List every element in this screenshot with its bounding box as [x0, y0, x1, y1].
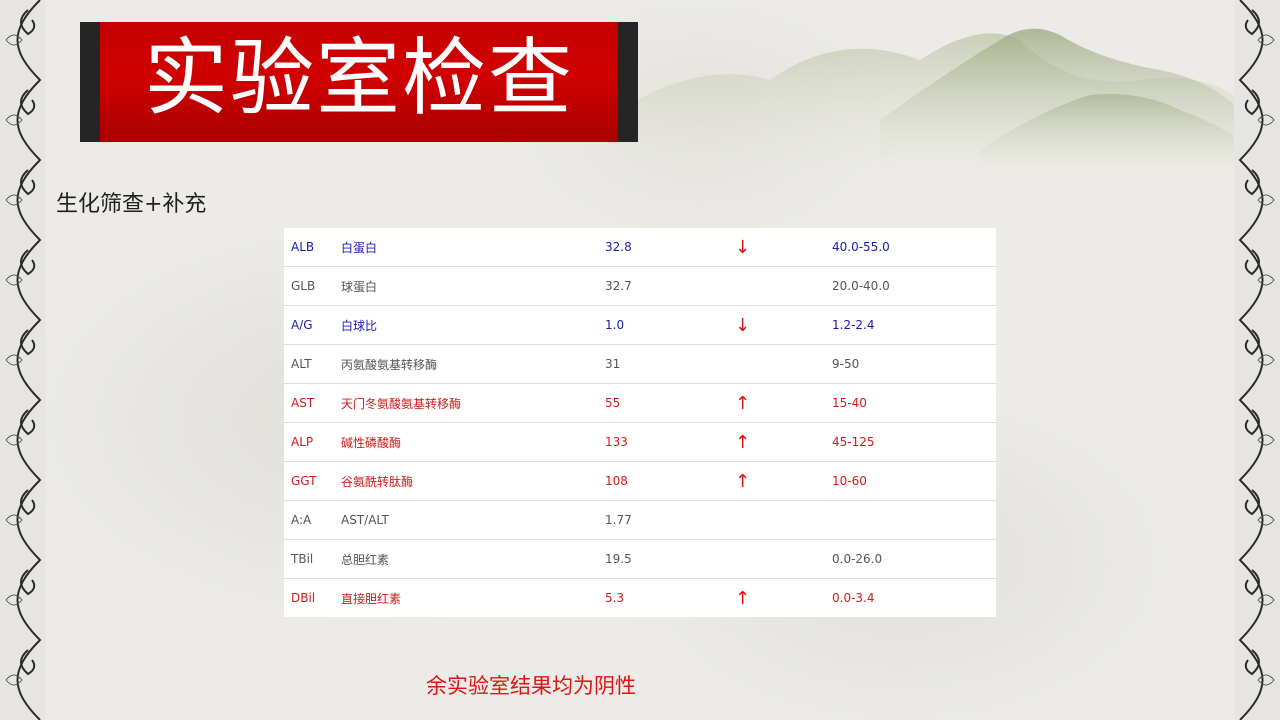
- slide-title: 实验室检查: [143, 29, 574, 127]
- lab-results-table: ALB 白蛋白 32.8 ↓ 40.0-55.0 GLB 球蛋白 32.7 20.0-40.0 A…: [284, 228, 996, 617]
- abnormal-flag: [735, 539, 832, 579]
- test-value: 55: [605, 383, 735, 423]
- lab-row-alb: ALB 白蛋白 32.8 ↓ 40.0-55.0: [284, 228, 996, 267]
- lab-row-aa: A:A AST/ALT 1.77: [284, 500, 996, 540]
- abnormal-flag: [735, 344, 832, 384]
- reference-range: 10-60: [832, 461, 996, 501]
- abnormal-flag: [735, 500, 832, 540]
- abnormal-flag: ↑: [735, 587, 751, 609]
- lab-row-dbil: DBil 直接胆红素 5.3 ↑ 0.0-3.4: [284, 579, 996, 618]
- test-code: ALP: [284, 422, 341, 462]
- test-name: 天门冬氨酸氨基转移酶: [341, 383, 605, 423]
- abnormal-flag: [735, 266, 832, 306]
- title-banner: 实验室检查: [80, 22, 638, 142]
- test-name: AST/ALT: [341, 500, 605, 540]
- test-value: 5.3: [605, 591, 625, 605]
- test-value: 108: [605, 461, 735, 501]
- reference-range: 40.0-55.0: [832, 228, 996, 267]
- section-subtitle: 生化筛查+补充: [56, 192, 207, 217]
- banner-right-cap: [618, 22, 638, 142]
- test-value: 32.8: [605, 228, 735, 267]
- test-code: AST: [284, 383, 341, 423]
- lab-row-ag: A/G 白球比 1.0 ↓ 1.2-2.4: [284, 305, 996, 345]
- test-code: ALT: [284, 344, 341, 384]
- test-name: 丙氨酸氨基转移酶: [341, 344, 605, 384]
- test-code: A:A: [284, 500, 341, 540]
- reference-range: 45-125: [832, 422, 996, 462]
- reference-range: [832, 500, 996, 540]
- lab-row-alp: ALP 碱性磷酸酶 133 ↑ 45-125: [284, 422, 996, 462]
- banner-left-cap: [80, 22, 100, 142]
- test-value: 32.7: [605, 266, 735, 306]
- abnormal-flag: ↓: [735, 228, 832, 267]
- test-name: 球蛋白: [341, 266, 605, 306]
- lab-row-ggt: GGT 谷氨酰转肽酶 108 ↑ 10-60: [284, 461, 996, 501]
- test-name: 总胆红素: [341, 539, 605, 579]
- test-value: 133: [605, 422, 735, 462]
- test-name: 白球比: [341, 305, 605, 345]
- test-value: 1.0: [605, 305, 735, 345]
- test-code: ALB: [284, 228, 341, 267]
- lab-row-glb: GLB 球蛋白 32.7 20.0-40.0: [284, 266, 996, 306]
- reference-range: 0.0-3.4: [832, 591, 875, 605]
- test-name: 白蛋白: [341, 228, 605, 267]
- test-code: TBil: [284, 539, 341, 579]
- test-code: GGT: [284, 461, 341, 501]
- wave-border-right: [1234, 0, 1280, 720]
- footer-note: 余实验室结果均为阴性: [426, 674, 636, 698]
- reference-range: 1.2-2.4: [832, 305, 996, 345]
- reference-range: 0.0-26.0: [832, 539, 996, 579]
- ink-mountains-decoration: [620, 28, 1240, 170]
- lab-row-tbil: TBil 总胆红素 19.5 0.0-26.0: [284, 539, 996, 579]
- lab-row-ast: AST 天门冬氨酸氨基转移酶 55 ↑ 15-40: [284, 383, 996, 423]
- test-value: 19.5: [605, 539, 735, 579]
- abnormal-flag: ↑: [735, 461, 832, 501]
- test-name: 谷氨酰转肽酶: [341, 461, 605, 501]
- test-value: 1.77: [605, 500, 735, 540]
- abnormal-flag: ↓: [735, 305, 832, 345]
- test-value: 31: [605, 344, 735, 384]
- test-code: GLB: [284, 266, 341, 306]
- reference-range: 20.0-40.0: [832, 266, 996, 306]
- reference-range: 9-50: [832, 344, 996, 384]
- abnormal-flag: ↑: [735, 383, 832, 423]
- reference-range: 15-40: [832, 383, 996, 423]
- test-name: 直接胆红素: [341, 591, 402, 606]
- test-name: 碱性磷酸酶: [341, 422, 605, 462]
- abnormal-flag: ↑: [735, 422, 832, 462]
- wave-border-left: [0, 0, 46, 720]
- lab-row-alt: ALT 丙氨酸氨基转移酶 31 9-50: [284, 344, 996, 384]
- test-code: A/G: [284, 305, 341, 345]
- test-code: DBil: [291, 591, 316, 605]
